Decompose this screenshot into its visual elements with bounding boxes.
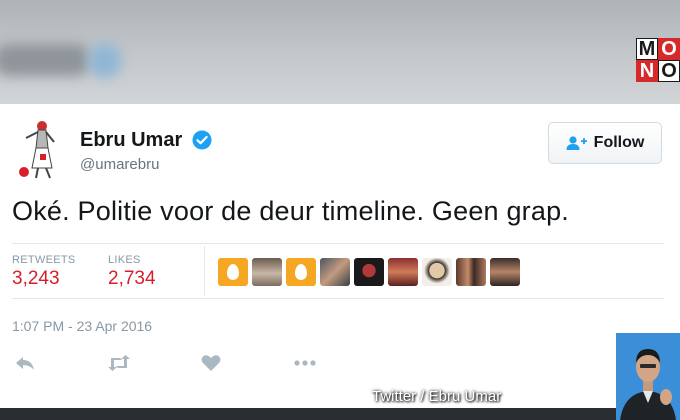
sign-language-inset — [616, 333, 680, 420]
retweets-label: RETWEETS — [12, 254, 76, 266]
liker-avatar[interactable] — [218, 258, 248, 286]
mono-channel-logo: M O N O — [636, 38, 680, 82]
pug-avatar[interactable] — [422, 258, 452, 286]
reply-icon[interactable] — [14, 354, 36, 372]
liker-avatar[interactable] — [354, 258, 384, 286]
follow-button[interactable]: Follow — [548, 122, 662, 164]
tweet-timestamp[interactable]: 1:07 PM - 23 Apr 2016 — [12, 318, 152, 334]
tweet-text: Oké. Politie voor de deur timeline. Geen… — [12, 196, 569, 226]
liker-avatar[interactable] — [320, 258, 350, 286]
likes-count[interactable]: 2,734 — [108, 268, 156, 290]
like-heart-icon[interactable] — [200, 354, 222, 372]
retweets-count[interactable]: 3,243 — [12, 268, 60, 290]
profile-avatar[interactable] — [12, 118, 64, 180]
retweet-icon[interactable] — [106, 354, 132, 372]
stats-bottom-divider — [12, 298, 664, 299]
liker-avatar[interactable] — [490, 258, 520, 286]
liker-avatar[interactable] — [286, 258, 316, 286]
sign-interpreter-figure — [620, 349, 676, 420]
logo-letter: O — [658, 60, 680, 82]
blurred-header-band — [0, 0, 680, 104]
logo-letter: O — [658, 38, 680, 60]
stats-vertical-divider — [204, 246, 205, 296]
liker-avatars — [218, 258, 520, 286]
follow-button-label: Follow — [593, 134, 645, 151]
likes-label: LIKES — [108, 254, 141, 266]
blurred-verified-icon — [88, 44, 122, 78]
follow-person-plus-icon — [566, 136, 587, 150]
blurred-account-name — [0, 44, 90, 76]
verified-badge-icon — [192, 130, 212, 150]
liker-avatar[interactable] — [456, 258, 486, 286]
liker-avatar[interactable] — [388, 258, 418, 286]
avatar-figure-icon — [19, 121, 55, 179]
logo-letter: N — [636, 60, 658, 82]
video-bottom-bar — [0, 408, 616, 420]
liker-avatar[interactable] — [252, 258, 282, 286]
logo-letter: M — [636, 38, 658, 60]
stats-top-divider — [12, 243, 664, 244]
source-credit: Twitter / Ebru Umar — [372, 388, 502, 405]
more-dots-icon[interactable] — [292, 354, 318, 372]
user-handle[interactable]: @umarebru — [80, 156, 159, 173]
display-name[interactable]: Ebru Umar — [80, 128, 182, 152]
